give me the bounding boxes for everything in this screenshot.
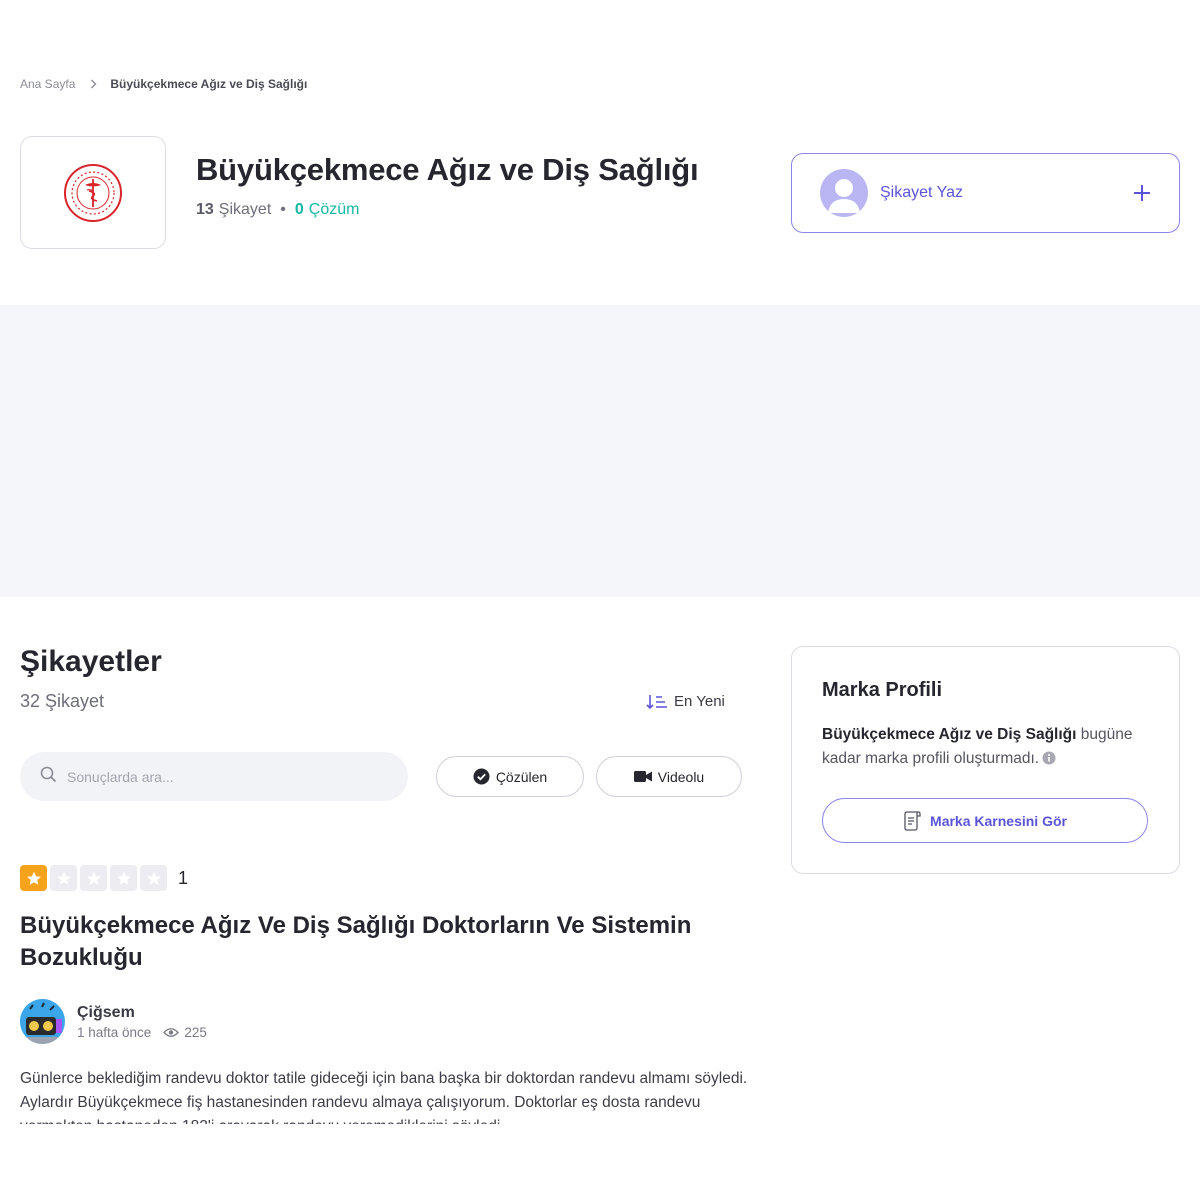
breadcrumb-home-link[interactable]: Ana Sayfa (20, 77, 75, 91)
brand-logo[interactable] (20, 136, 166, 249)
filter-video-button[interactable]: Videolu (596, 756, 742, 797)
solution-stat[interactable]: 0 Çözüm (295, 201, 360, 219)
filter-solved-label: Çözülen (495, 768, 548, 785)
complaint-time: 1 hafta önce (77, 1024, 152, 1040)
stat-separator: • (280, 201, 286, 218)
brand-scorecard-button[interactable]: Marka Karnesini Gör (822, 798, 1148, 843)
star-icon (80, 865, 107, 891)
complaints-title: Şikayetler (20, 645, 162, 678)
brand-profile-text: Büyükçekmece Ağız ve Diş Sağlığı bugüne … (822, 723, 1149, 771)
complaint-body-container: Günlerce beklediğim randevu doktor tatil… (20, 1067, 750, 1124)
author-avatar[interactable] (20, 999, 65, 1044)
check-circle-icon (473, 768, 490, 785)
sort-button[interactable]: En Yeni (646, 693, 725, 710)
complaints-count: 32 Şikayet (20, 691, 105, 711)
plus-icon (1133, 184, 1151, 202)
video-camera-icon (633, 770, 652, 783)
author-name[interactable]: Çiğsem (77, 1004, 207, 1022)
complaint-rating: 1 (20, 865, 188, 891)
filter-solved-button[interactable]: Çözülen (436, 756, 584, 797)
breadcrumb-current: Büyükçekmece Ağız ve Diş Sağlığı (110, 77, 308, 91)
ministry-seal-icon (64, 163, 122, 222)
scroll-document-icon (903, 810, 921, 831)
search-input[interactable] (67, 768, 367, 785)
views-count: 225 (184, 1024, 207, 1040)
chevron-right-icon (90, 79, 97, 89)
search-icon (40, 766, 57, 788)
search-box[interactable] (20, 752, 408, 801)
brand-scorecard-label: Marka Karnesini Gör (930, 812, 1067, 829)
rating-value: 1 (178, 867, 189, 888)
write-complaint-label: Şikayet Yaz (880, 184, 964, 201)
complaint-count: 13 (196, 201, 214, 218)
breadcrumb: Ana Sayfa Büyükçekmece Ağız ve Diş Sağlı… (20, 77, 307, 91)
brand-name: Büyükçekmece Ağız ve Diş Sağlığı (196, 152, 699, 187)
sort-label: En Yeni (674, 693, 725, 710)
user-placeholder-icon (820, 169, 868, 217)
complaint-author: Çiğsem 1 hafta önce 225 (20, 999, 207, 1044)
star-icon (20, 865, 47, 891)
solution-stat-label: Çözüm (308, 201, 360, 218)
sort-descending-icon (646, 694, 668, 710)
complaint-stat[interactable]: 13 Şikayet (196, 201, 271, 219)
star-icon (50, 865, 77, 891)
complaint-title[interactable]: Büyükçekmece Ağız Ve Diş Sağlığı Doktorl… (20, 910, 740, 974)
complaint-views: 225 (163, 1025, 207, 1040)
brand-profile-card: Marka Profili Büyükçekmece Ağız ve Diş S… (791, 646, 1180, 874)
solution-count: 0 (294, 201, 304, 218)
star-icon (110, 865, 137, 891)
brand-profile-title: Marka Profili (822, 679, 943, 701)
ad-placeholder (0, 305, 1200, 597)
brand-stats: 13 Şikayet • 0 Çözüm (196, 201, 359, 219)
complaint-body[interactable]: Günlerce beklediğim randevu doktor tatil… (20, 1067, 750, 1124)
write-complaint-button[interactable]: Şikayet Yaz (791, 153, 1180, 233)
star-icon (140, 865, 167, 891)
info-icon[interactable] (1042, 751, 1056, 765)
complaint-stat-label: Şikayet (218, 201, 272, 218)
eye-icon (163, 1027, 180, 1038)
filter-video-label: Videolu (657, 768, 705, 785)
brand-profile-brand-name: Büyükçekmece Ağız ve Diş Sağlığı (822, 726, 1077, 743)
